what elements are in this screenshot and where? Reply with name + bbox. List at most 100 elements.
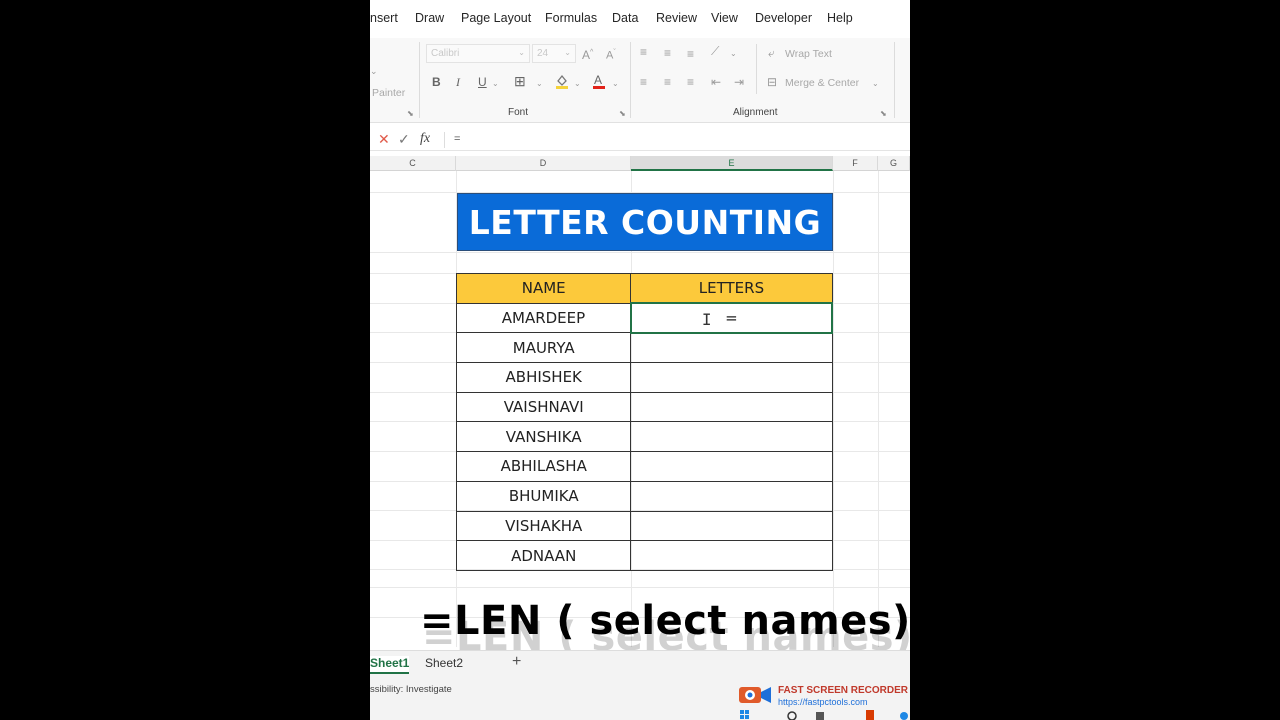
formula-bar-separator <box>444 132 445 148</box>
header-cell-name[interactable]: NAME <box>455 273 632 304</box>
table-row: VISHAKHA <box>455 510 833 542</box>
name-cell[interactable]: AMARDEEP <box>455 302 632 334</box>
chevron-down-icon[interactable]: ⌄ <box>730 47 737 61</box>
name-cell[interactable]: VAISHNAVI <box>455 391 632 423</box>
tab-formulas[interactable]: Formulas <box>545 11 597 25</box>
tab-developer[interactable]: Developer <box>755 11 812 25</box>
align-left-icon[interactable]: ≡ <box>640 75 647 89</box>
gridline <box>370 587 910 588</box>
font-group-label: Font <box>508 107 529 118</box>
chevron-down-icon[interactable]: ⌄ <box>612 77 619 91</box>
video-camera-icon <box>739 687 771 703</box>
font-name-value: Calibri <box>431 48 460 59</box>
chevron-down-icon[interactable]: ⌄ <box>536 77 543 91</box>
alignment-group-label: Alignment <box>733 107 778 118</box>
letters-cell[interactable] <box>630 362 833 393</box>
tab-page-layout[interactable]: Page Layout <box>461 11 531 25</box>
font-color-icon[interactable]: A <box>592 73 606 92</box>
group-separator <box>894 42 895 118</box>
active-cell[interactable]: I = <box>629 302 834 334</box>
align-right-icon[interactable]: ≡ <box>687 75 694 89</box>
title-banner[interactable]: LETTER COUNTING <box>457 193 833 251</box>
chevron-down-icon[interactable]: ⌄ <box>370 64 378 78</box>
worksheet-grid[interactable]: LETTER COUNTING NAME LETTERS AMARDEEP I … <box>370 171 910 647</box>
letters-cell[interactable] <box>630 421 833 453</box>
align-top-icon[interactable]: ≡ <box>640 45 647 59</box>
wrap-text-icon[interactable]: ⤶ <box>768 46 775 60</box>
column-header-g[interactable]: G <box>878 156 910 171</box>
letters-cell[interactable] <box>630 480 833 512</box>
column-header-f[interactable]: F <box>833 156 878 171</box>
merge-center-button[interactable]: Merge & Center <box>785 77 859 89</box>
tab-draw[interactable]: Draw <box>415 11 444 25</box>
align-middle-icon[interactable]: ≡ <box>664 46 671 60</box>
wrap-text-button[interactable]: Wrap Text <box>785 48 832 60</box>
table-row: VAISHNAVI <box>455 391 833 423</box>
name-cell[interactable]: ADNAAN <box>455 540 632 571</box>
accessibility-status[interactable]: ssibility: Investigate <box>370 684 452 695</box>
formula-input[interactable]: = <box>454 133 460 145</box>
name-cell[interactable]: VANSHIKA <box>455 421 632 453</box>
alignment-launcher-icon[interactable]: ⬊ <box>880 109 887 118</box>
tab-insert[interactable]: nsert <box>370 11 398 25</box>
bold-button[interactable]: B <box>432 75 441 89</box>
table-row: ABHISHEK <box>455 362 833 393</box>
grow-font-icon[interactable]: A^ <box>582 46 593 62</box>
cell-entry: = <box>725 309 738 328</box>
decrease-indent-icon[interactable]: ⇤ <box>711 75 721 89</box>
taskbar-icons <box>740 710 908 720</box>
font-launcher-icon[interactable]: ⬊ <box>619 109 626 118</box>
font-size-combo[interactable]: 24 ⌄ <box>532 44 576 63</box>
chevron-down-icon[interactable]: ⌄ <box>872 77 879 91</box>
shrink-font-icon[interactable]: Aˇ <box>606 46 616 63</box>
column-header-c[interactable]: C <box>370 156 456 171</box>
cancel-icon[interactable]: ✕ <box>378 131 390 148</box>
tab-help[interactable]: Help <box>827 11 853 25</box>
align-bottom-icon[interactable]: ≡ <box>687 47 694 61</box>
letters-cell[interactable] <box>630 540 833 571</box>
chevron-down-icon: ⌄ <box>518 48 525 57</box>
font-name-combo[interactable]: Calibri ⌄ <box>426 44 530 63</box>
group-separator <box>419 42 420 118</box>
borders-icon[interactable]: ⊞ <box>514 74 526 88</box>
tab-view[interactable]: View <box>711 11 738 25</box>
letters-cell[interactable] <box>630 510 833 542</box>
table-row: AMARDEEP I = <box>455 302 834 334</box>
fill-color-icon[interactable] <box>554 73 570 92</box>
underline-button[interactable]: U <box>478 75 487 89</box>
sheet-tab-sheet1[interactable]: Sheet1 <box>370 656 410 674</box>
format-painter-label[interactable]: Painter <box>372 87 405 99</box>
clipboard-launcher-icon[interactable]: ⬊ <box>407 109 414 118</box>
chevron-down-icon[interactable]: ⌄ <box>574 77 581 91</box>
sheet-tab-bar: Sheet1 Sheet2 + <box>370 650 910 676</box>
svg-text:A: A <box>594 73 602 87</box>
align-center-icon[interactable]: ≡ <box>664 75 671 89</box>
name-cell[interactable]: ABHILASHA <box>455 451 632 482</box>
letters-cell[interactable] <box>630 332 833 364</box>
header-cell-letters[interactable]: LETTERS <box>630 273 833 304</box>
name-cell[interactable]: ABHISHEK <box>455 362 632 393</box>
tab-review[interactable]: Review <box>656 11 697 25</box>
table-header-row: NAME LETTERS <box>455 273 833 304</box>
column-header-e[interactable]: E <box>631 156 833 171</box>
name-cell[interactable]: VISHAKHA <box>455 510 632 542</box>
column-headers: C D E F G <box>370 156 910 171</box>
italic-button[interactable]: I <box>456 75 460 89</box>
recorder-watermark: FAST SCREEN RECORDER https://fastpctools… <box>738 684 910 720</box>
increase-indent-icon[interactable]: ⇥ <box>734 75 744 89</box>
merge-center-icon[interactable]: ⊟ <box>767 75 777 89</box>
insert-function-icon[interactable]: fx <box>420 131 430 147</box>
sheet-tab-sheet2[interactable]: Sheet2 <box>425 656 463 670</box>
name-cell[interactable]: MAURYA <box>455 332 632 364</box>
tab-data[interactable]: Data <box>612 11 638 25</box>
letters-cell[interactable] <box>630 391 833 423</box>
enter-check-icon[interactable]: ✓ <box>398 131 410 148</box>
column-header-d[interactable]: D <box>456 156 631 171</box>
chevron-down-icon[interactable]: ⌄ <box>492 77 499 91</box>
ribbon-tab-bar: nsert Draw Page Layout Formulas Data Rev… <box>370 0 910 38</box>
name-cell[interactable]: BHUMIKA <box>455 480 632 512</box>
add-sheet-button[interactable]: + <box>512 653 521 671</box>
letters-cell[interactable] <box>630 451 833 482</box>
gridline <box>878 171 879 647</box>
orientation-icon[interactable]: ⟋ <box>711 44 719 58</box>
